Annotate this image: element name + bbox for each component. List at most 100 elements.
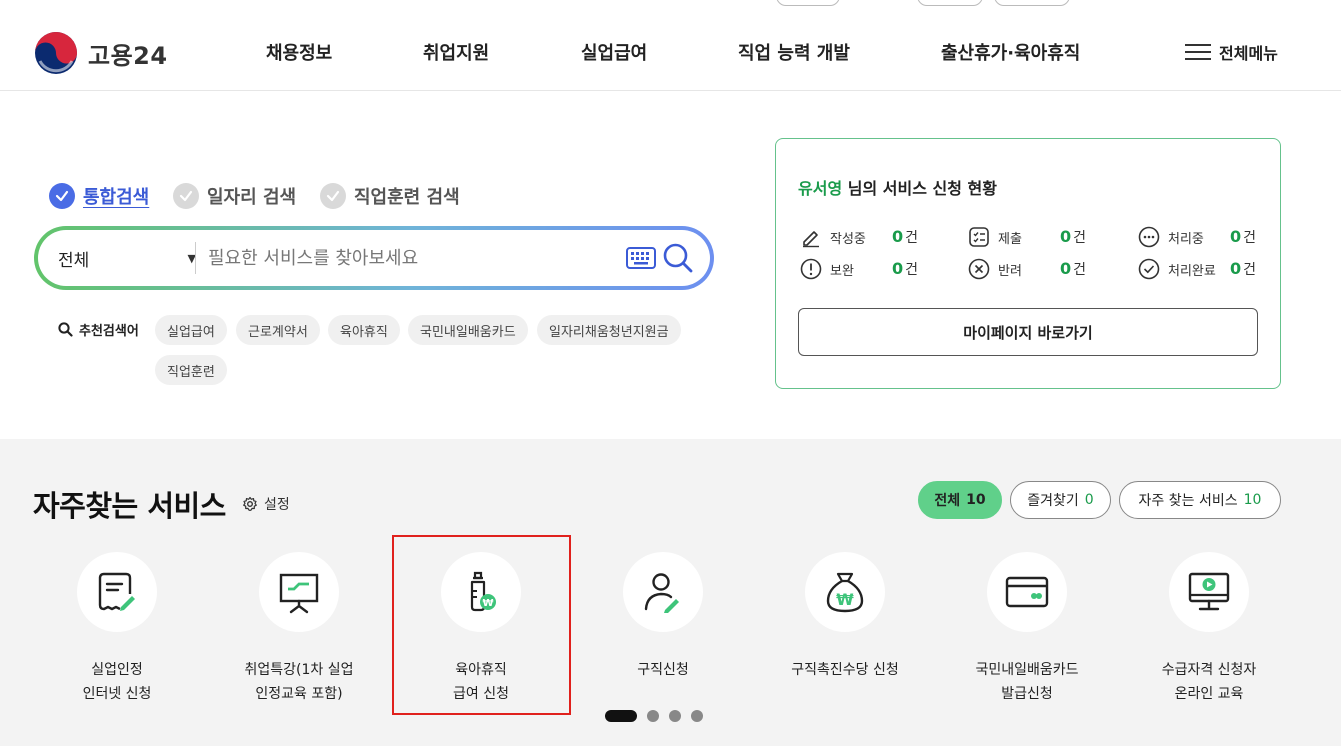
service-icon-wrap — [1169, 552, 1249, 632]
monitor-play-icon — [1188, 572, 1230, 611]
service-label: 구직촉진수당 신청 — [791, 662, 899, 678]
user-name: 유서영 — [798, 179, 843, 198]
utility-button[interactable] — [994, 0, 1070, 6]
tab-frequent-services[interactable]: 자주 찾는 서비스 10 — [1119, 481, 1281, 519]
nav-item-jobs[interactable]: 채용정보 — [266, 39, 332, 65]
exclamation-icon — [800, 258, 822, 280]
scope-job-search[interactable]: 일자리 검색 — [173, 182, 296, 210]
status-item-processing[interactable]: 처리중 0건 — [1138, 226, 1288, 248]
person-pen-icon — [644, 573, 679, 613]
service-label: 수급자격 신청자 온라인 교육 — [1161, 662, 1257, 702]
service-label: 육아휴직 급여 신청 — [453, 662, 509, 702]
status-label: 제출 — [998, 231, 1022, 247]
service-item-employment-lecture[interactable]: 취업특강(1차 실업 인정교육 포함) — [209, 552, 389, 706]
ellipsis-icon — [1138, 226, 1160, 248]
recommend-title: 추천검색어 — [58, 320, 139, 339]
status-count: 0건 — [1230, 259, 1257, 278]
service-item-job-promotion-allowance[interactable]: ₩ 구직촉진수당 신청 — [755, 552, 935, 682]
card-icon — [1005, 576, 1049, 608]
status-count: 0건 — [1230, 227, 1257, 246]
status-label: 반려 — [998, 263, 1022, 279]
all-menu-button[interactable]: 전체메뉴 — [1185, 40, 1278, 64]
x-circle-icon — [968, 258, 990, 280]
nav-item-unemployment-benefit[interactable]: 실업급여 — [581, 39, 647, 65]
keyboard-icon[interactable] — [626, 247, 656, 269]
site-logo[interactable]: 고용24 — [34, 31, 168, 75]
service-item-parental-leave-benefit[interactable]: ₩ 육아휴직 급여 신청 — [391, 552, 571, 706]
service-label: 실업인정 인터넷 신청 — [82, 662, 152, 702]
keyword-chip[interactable]: 일자리채움청년지원금 — [537, 315, 681, 345]
page-dot-active[interactable] — [605, 710, 637, 722]
favorite-services-section: 자주찾는 서비스 설정 전체 10 즐겨찾기 0 자주 찾는 서비스 10 실업인정 … — [0, 439, 1341, 746]
svg-text:₩: ₩ — [482, 598, 493, 609]
nav-item-parental-leave[interactable]: 출산휴가·육아휴직 — [941, 39, 1080, 65]
status-item-submitted[interactable]: 제출 0건 — [968, 226, 1118, 248]
service-item-national-training-card[interactable]: 국민내일배움카드 발급신청 — [937, 552, 1117, 706]
setting-label: 설정 — [264, 497, 290, 513]
status-label: 처리중 — [1168, 231, 1204, 247]
check-icon — [173, 183, 199, 209]
status-count: 0건 — [1060, 259, 1087, 278]
divider — [195, 242, 196, 274]
status-item-drafting[interactable]: 작성중 0건 — [800, 226, 950, 248]
checklist-icon — [969, 227, 989, 247]
keyword-chip[interactable]: 근로계약서 — [236, 315, 320, 345]
service-icon-wrap: ₩ — [805, 552, 885, 632]
status-item-supplement[interactable]: 보완 0건 — [800, 258, 950, 280]
service-icon-wrap: ₩ — [441, 552, 521, 632]
page-dot[interactable] — [669, 710, 681, 722]
nav-item-employment-support[interactable]: 취업지원 — [423, 39, 489, 65]
check-icon — [320, 183, 346, 209]
search-icon — [58, 322, 73, 337]
check-icon — [49, 183, 75, 209]
logo-text: 고용24 — [88, 41, 168, 70]
search-icon[interactable] — [662, 242, 694, 274]
scope-training-search[interactable]: 직업훈련 검색 — [320, 182, 460, 210]
search-input[interactable] — [208, 240, 618, 276]
search-bar: 전체 ▼ — [34, 226, 714, 290]
status-label: 보완 — [830, 263, 854, 279]
taegeuk-logo-icon — [35, 32, 77, 74]
status-label: 처리완료 — [1168, 263, 1216, 279]
mypage-button[interactable]: 마이페이지 바로가기 — [798, 308, 1258, 356]
service-status-panel: 유서영 님의 서비스 신청 현황 작성중 0건 제출 0건 처리중 0건 보완 — [775, 138, 1281, 389]
favorites-setting-button[interactable]: 설정 — [242, 494, 290, 514]
hamburger-icon — [1185, 42, 1211, 62]
utility-button[interactable] — [917, 0, 983, 6]
utility-button[interactable] — [776, 0, 840, 6]
status-title-suffix: 님의 서비스 신청 현황 — [842, 179, 997, 198]
status-item-completed[interactable]: 처리완료 0건 — [1138, 258, 1288, 280]
scope-label: 직업훈련 검색 — [354, 187, 460, 208]
scope-integrated-search[interactable]: 통합검색 — [49, 182, 149, 210]
page-dot[interactable] — [647, 710, 659, 722]
service-label: 국민내일배움카드 발급신청 — [975, 662, 1079, 702]
keyword-chip[interactable]: 실업급여 — [155, 315, 227, 345]
search-category-select[interactable]: 전체 ▼ — [58, 230, 196, 286]
status-count: 0건 — [892, 259, 919, 278]
status-item-rejected[interactable]: 반려 0건 — [968, 258, 1118, 280]
baby-bottle-won-icon: ₩ — [470, 571, 496, 612]
page-dot[interactable] — [691, 710, 703, 722]
status-count: 0건 — [1060, 227, 1087, 246]
top-utility-bar — [0, 0, 1341, 6]
status-label: 작성중 — [830, 231, 866, 247]
service-label: 취업특강(1차 실업 인정교육 포함) — [244, 662, 354, 702]
service-item-job-application[interactable]: 구직신청 — [573, 552, 753, 682]
keyword-chip[interactable]: 국민내일배움카드 — [408, 315, 528, 345]
service-item-online-education[interactable]: 수급자격 신청자 온라인 교육 — [1119, 552, 1299, 706]
scope-label: 통합검색 — [83, 187, 150, 208]
tab-bookmarks[interactable]: 즐겨찾기 0 — [1010, 481, 1111, 519]
nav-item-skills-development[interactable]: 직업 능력 개발 — [738, 39, 850, 65]
keyword-chip[interactable]: 직업훈련 — [155, 355, 227, 385]
service-item-unemployment-recognition[interactable]: 실업인정 인터넷 신청 — [27, 552, 207, 706]
svg-text:₩: ₩ — [836, 590, 854, 609]
service-label: 구직신청 — [637, 662, 689, 678]
keyword-chip[interactable]: 육아휴직 — [328, 315, 400, 345]
search-bar-inner: 전체 ▼ — [38, 230, 710, 286]
all-menu-label: 전체메뉴 — [1219, 44, 1278, 63]
presentation-board-icon — [279, 573, 319, 614]
money-bag-won-icon: ₩ — [826, 572, 864, 613]
tab-all[interactable]: 전체 10 — [918, 481, 1002, 519]
service-icon-wrap — [623, 552, 703, 632]
service-icon-wrap — [77, 552, 157, 632]
